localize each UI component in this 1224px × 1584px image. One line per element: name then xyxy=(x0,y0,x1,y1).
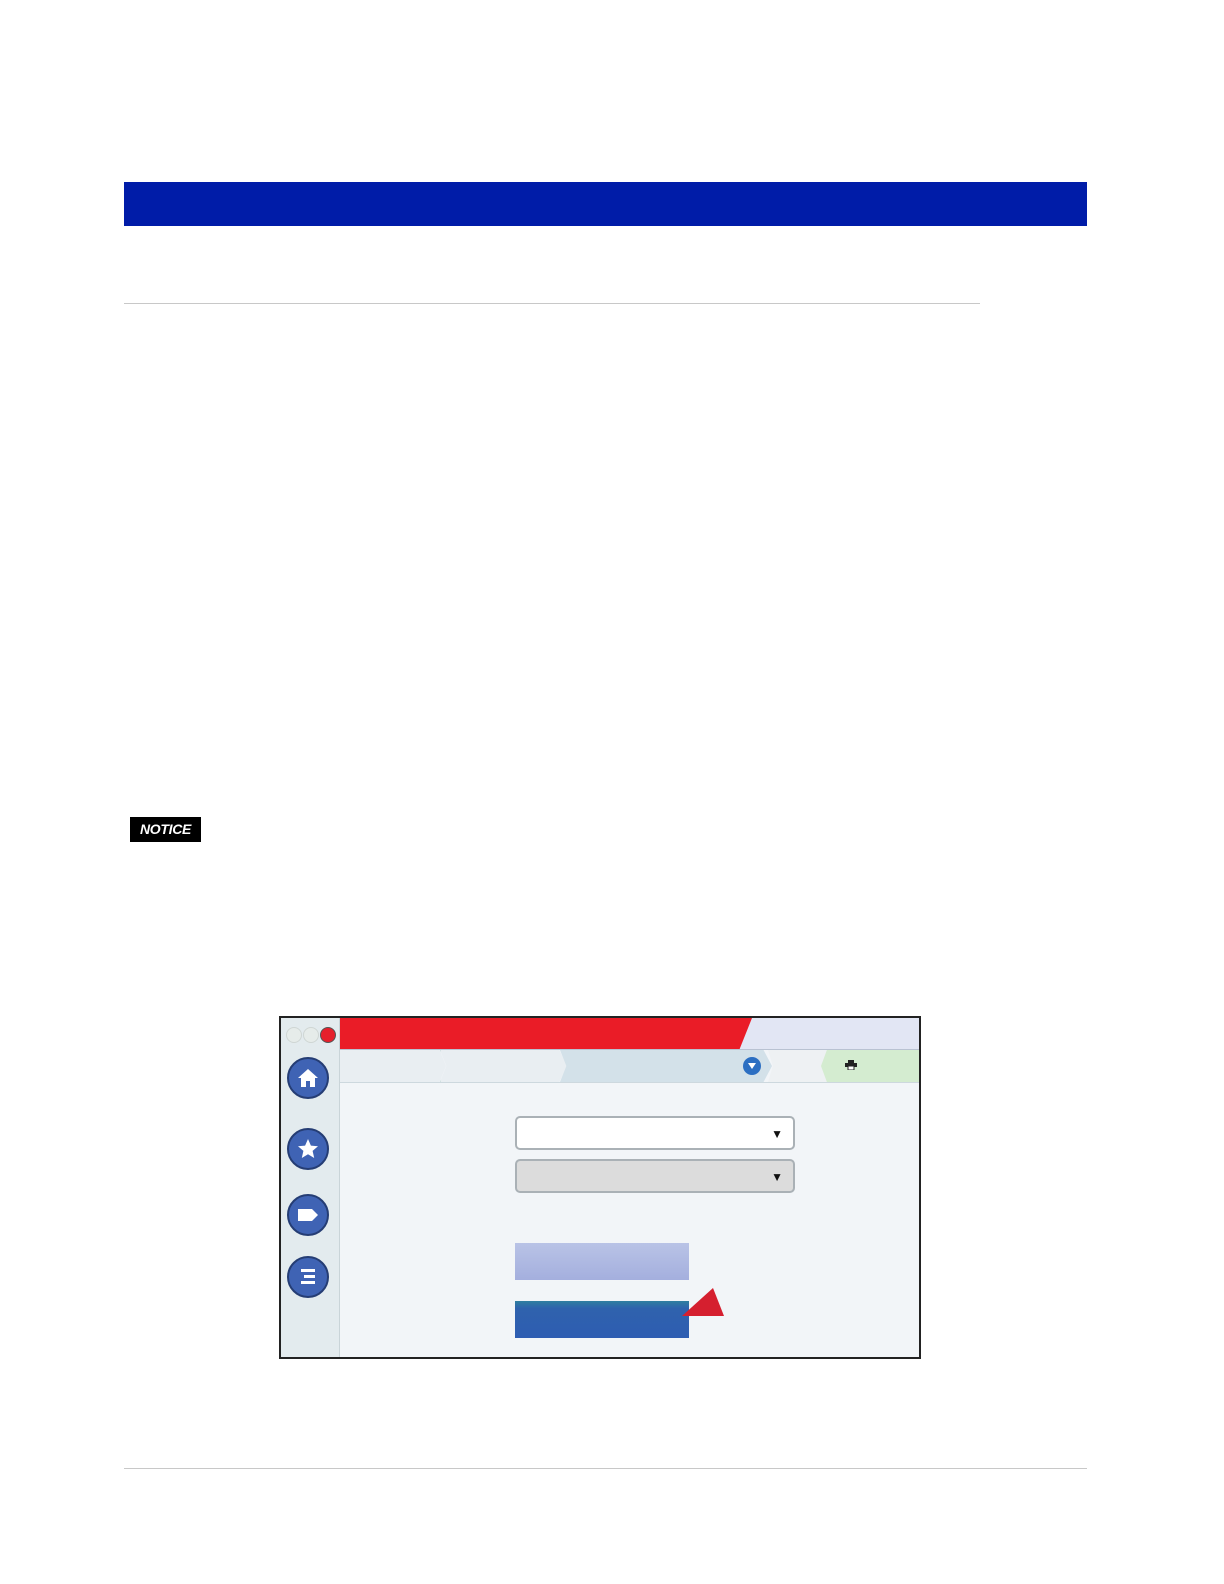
dropdown-select-2[interactable]: ▼ xyxy=(515,1159,795,1193)
primary-button[interactable] xyxy=(515,1301,689,1338)
footer-rule xyxy=(124,1468,1087,1469)
tag-icon xyxy=(298,1209,318,1221)
console-screen: ▼ ▼ xyxy=(279,1016,921,1359)
breadcrumb-item-3[interactable] xyxy=(560,1050,772,1082)
status-dot-red xyxy=(320,1027,336,1043)
notice-label: NOTICE xyxy=(130,817,201,842)
breadcrumb-item-2[interactable] xyxy=(440,1050,567,1082)
console-sidebar xyxy=(281,1018,340,1357)
console-top-bar xyxy=(340,1018,919,1050)
section-header-bar xyxy=(124,182,1087,226)
print-tab[interactable] xyxy=(821,1050,919,1082)
menu-button[interactable] xyxy=(287,1256,329,1298)
home-icon xyxy=(298,1069,318,1087)
home-button[interactable] xyxy=(287,1057,329,1099)
dropdown-select-1[interactable]: ▼ xyxy=(515,1116,795,1150)
menu-icon xyxy=(301,1269,315,1284)
star-icon xyxy=(298,1139,318,1158)
tag-button[interactable] xyxy=(287,1194,329,1236)
callout-pointer-icon xyxy=(682,1288,724,1316)
secondary-button[interactable] xyxy=(515,1243,689,1280)
status-dot-green xyxy=(286,1027,302,1043)
chevron-down-icon xyxy=(748,1063,756,1069)
caret-down-icon: ▼ xyxy=(771,1170,783,1184)
caret-down-icon: ▼ xyxy=(771,1127,783,1141)
printer-icon xyxy=(845,1060,857,1070)
breadcrumb-item-1[interactable] xyxy=(340,1050,446,1082)
title-underline xyxy=(124,303,980,304)
status-dot-yellow xyxy=(303,1027,319,1043)
breadcrumb xyxy=(340,1050,919,1083)
breadcrumb-divider xyxy=(340,1082,919,1083)
breadcrumb-dropdown-button[interactable] xyxy=(743,1057,761,1075)
alarm-status-bar[interactable] xyxy=(340,1018,752,1049)
breadcrumb-item-4[interactable] xyxy=(768,1050,828,1082)
favorites-button[interactable] xyxy=(287,1128,329,1170)
